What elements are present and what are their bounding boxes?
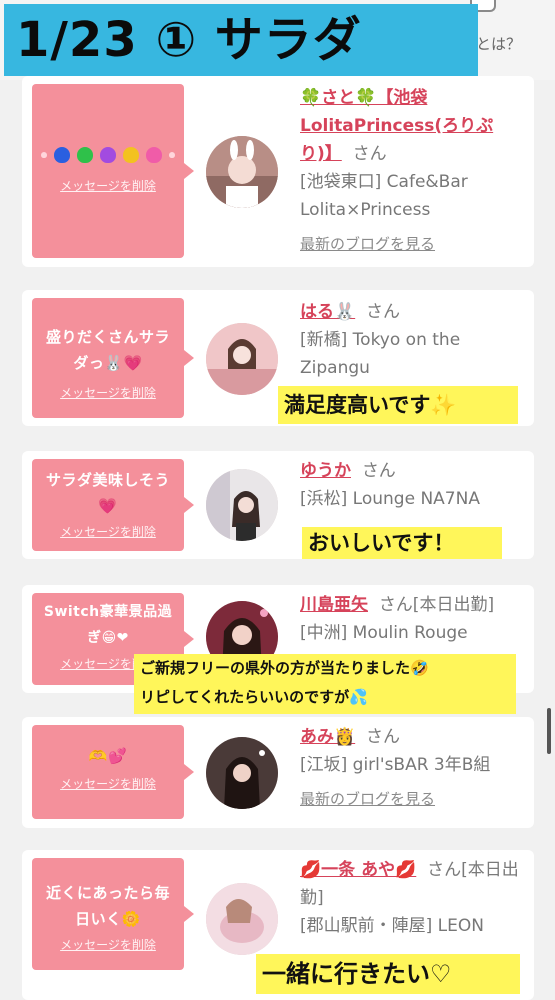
sender-info: 川島亜矢 さん[本日出勤] [中洲] Moulin Rouge — [300, 591, 530, 647]
shop-label: [池袋東口] Cafe&Bar Lolita×Princess — [300, 172, 468, 220]
latest-blog-link[interactable]: 最新のブログを見る — [300, 785, 530, 813]
latest-blog-link[interactable]: 最新のブログを見る — [300, 230, 530, 258]
shop-label: [江坂] girl'sBAR 3年B組 — [300, 755, 491, 775]
avatar-photo-icon — [206, 737, 278, 809]
sender-name-link[interactable]: 🍀さと🍀【池袋LolitaPrincess(ろりぷり)】 — [300, 88, 493, 164]
message-bubble: 近くにあったら毎日いく🌼 メッセージを削除 — [32, 858, 194, 970]
avatar[interactable] — [206, 883, 278, 955]
honorific: さん — [365, 727, 400, 747]
highlight-caption: 満足度高いです✨ — [278, 386, 518, 424]
honorific: さん[本日出勤] — [378, 595, 495, 615]
date-title-banner: 1/23 ① サラダ — [4, 4, 478, 76]
shop-label: [郡山駅前・陣屋] LEON — [300, 916, 484, 936]
shop-label: [新橋] Tokyo on the Zipangu — [300, 330, 461, 378]
message-card: メッセージを削除 🍀さと🍀【池袋LolitaPrincess(ろりぷり)】 さん… — [22, 76, 534, 267]
message-card: 盛りだくさんサラダっ🐰💗 メッセージを削除 はる🐰 さん [新橋] Tokyo … — [22, 290, 534, 426]
delete-message-link[interactable]: メッセージを削除 — [32, 523, 184, 540]
sender-info: 💋一条 あや💋 さん[本日出勤] [郡山駅前・陣屋] LEON — [300, 856, 530, 940]
avatar-photo-icon — [206, 883, 278, 955]
sender-name-link[interactable]: ゆうか — [300, 461, 351, 481]
delete-message-link[interactable]: メッセージを削除 — [32, 384, 184, 401]
avatar[interactable] — [206, 323, 278, 395]
message-bubble: サラダ美味しそう💗 メッセージを削除 — [32, 459, 194, 551]
message-text: 盛りだくさんサラダっ🐰💗 — [45, 328, 170, 372]
highlight-caption: おいしいです！ — [302, 527, 502, 559]
highlight-caption: 一緒に行きたい♡ — [256, 954, 520, 994]
avatar[interactable] — [206, 469, 278, 541]
avatar[interactable] — [206, 737, 278, 809]
delete-message-link[interactable]: メッセージを削除 — [32, 936, 184, 953]
message-text: Switch豪華景品過ぎ😁❤ — [43, 604, 173, 646]
sender-info: 🍀さと🍀【池袋LolitaPrincess(ろりぷり)】 さん [池袋東口] C… — [300, 84, 530, 258]
top-right-link[interactable]: とは？ — [476, 33, 521, 54]
sender-name-link[interactable]: 💋一条 あや💋 — [300, 860, 416, 880]
honorific: さん — [361, 461, 396, 481]
message-text: 近くにあったら毎日いく🌼 — [45, 884, 170, 928]
message-bubble: メッセージを削除 — [32, 84, 194, 258]
sender-name-link[interactable]: はる🐰 — [300, 302, 355, 322]
caption-line: リピしてくれたらいいのですが💦 — [140, 688, 368, 706]
message-card: サラダ美味しそう💗 メッセージを削除 ゆうか さん [浜松] Lounge NA… — [22, 451, 534, 559]
sender-name-link[interactable]: あみ👸 — [300, 727, 355, 747]
avatar[interactable] — [206, 136, 278, 208]
heart-emoji-row — [32, 144, 184, 163]
message-bubble: 盛りだくさんサラダっ🐰💗 メッセージを削除 — [32, 298, 194, 418]
caption-line: ご新規フリーの県外の方が当たりました🤣 — [140, 659, 429, 677]
message-text: 🫶💕 — [88, 747, 128, 765]
sender-info: あみ👸 さん [江坂] girl'sBAR 3年B組 最新のブログを見る — [300, 723, 530, 813]
honorific: さん — [352, 144, 387, 164]
scrollbar[interactable] — [547, 708, 551, 754]
message-card: 近くにあったら毎日いく🌼 メッセージを削除 💋一条 あや💋 さん[本日出勤] [… — [22, 850, 534, 1000]
highlight-caption: ご新規フリーの県外の方が当たりました🤣 リピしてくれたらいいのですが💦 — [134, 654, 516, 714]
delete-message-link[interactable]: メッセージを削除 — [32, 177, 184, 194]
delete-message-link[interactable]: メッセージを削除 — [32, 775, 184, 792]
sender-info: はる🐰 さん [新橋] Tokyo on the Zipangu — [300, 298, 530, 382]
honorific: さん — [365, 302, 400, 322]
avatar-photo-icon — [206, 136, 278, 208]
message-text: サラダ美味しそう💗 — [45, 471, 170, 515]
sender-name-link[interactable]: 川島亜矢 — [300, 595, 368, 615]
message-bubble: 🫶💕 メッセージを削除 — [32, 725, 194, 819]
shop-label: [中洲] Moulin Rouge — [300, 623, 468, 643]
shop-label: [浜松] Lounge NA7NA — [300, 489, 480, 509]
avatar-photo-icon — [206, 323, 278, 395]
sender-info: ゆうか さん [浜松] Lounge NA7NA — [300, 457, 530, 513]
message-card: 🫶💕 メッセージを削除 あみ👸 さん [江坂] girl'sBAR 3年B組 最… — [22, 717, 534, 828]
avatar-photo-icon — [206, 469, 278, 541]
